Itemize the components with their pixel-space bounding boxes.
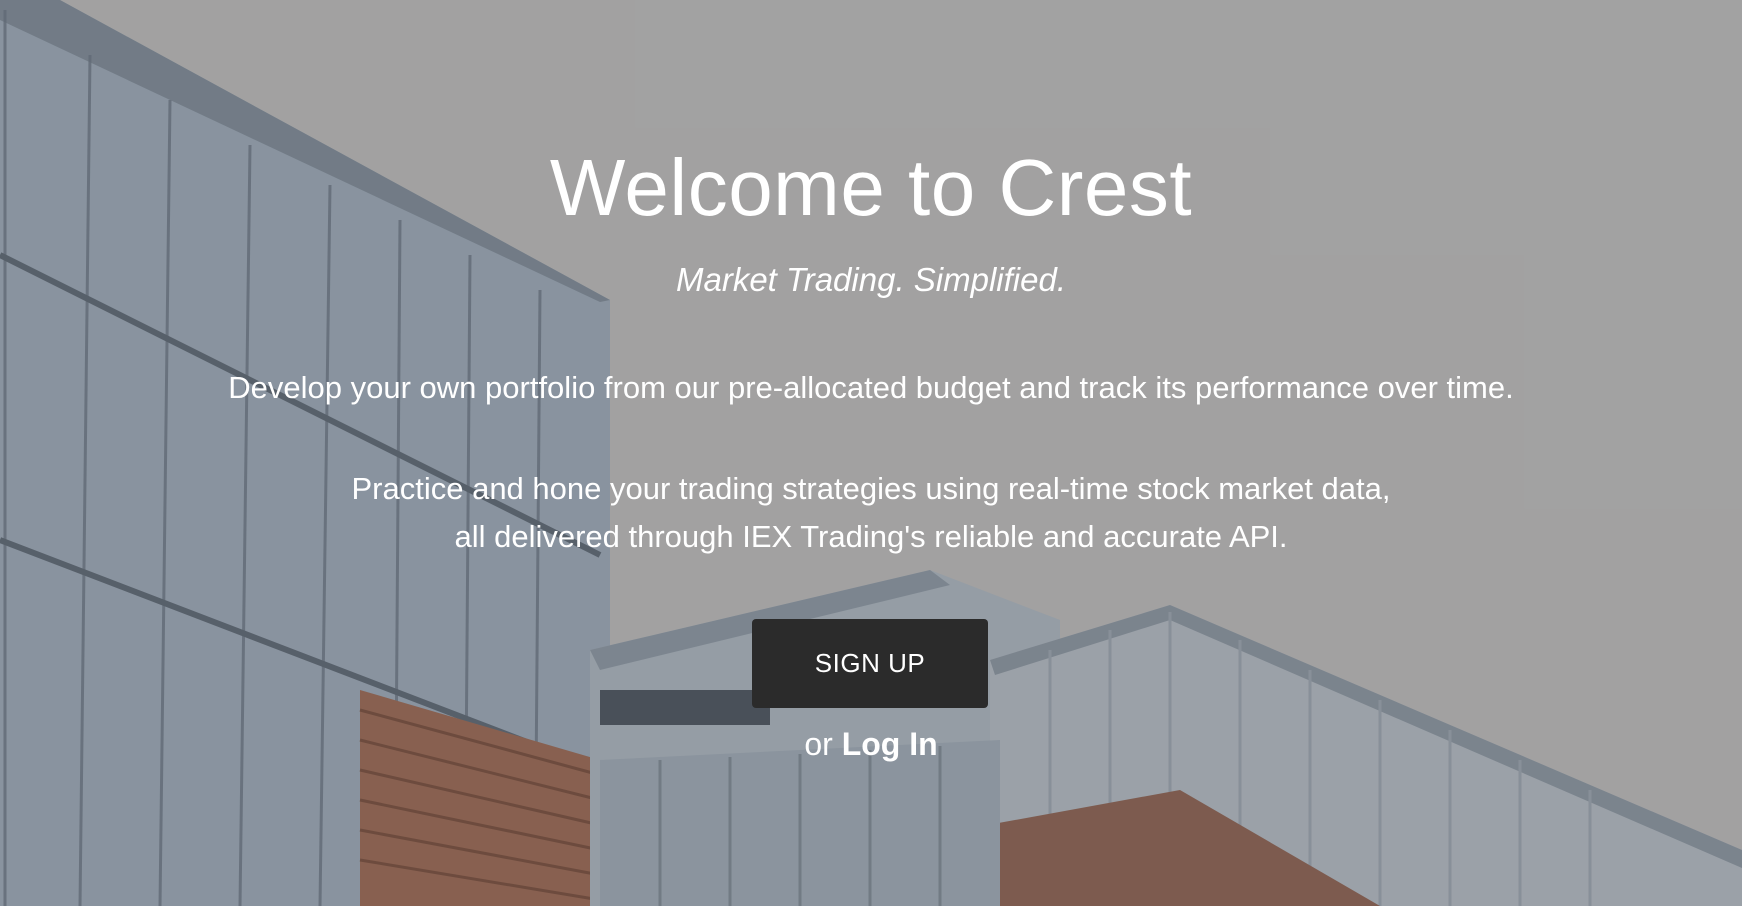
log-in-link[interactable]: Log In	[842, 726, 938, 762]
description-strategies-line-1: Practice and hone your trading strategie…	[351, 471, 1391, 506]
hero-section: Welcome to Crest Market Trading. Simplif…	[0, 0, 1742, 906]
description-portfolio: Develop your own portfolio from our pre-…	[228, 370, 1514, 405]
description-strategies: Practice and hone your trading strategie…	[0, 465, 1742, 561]
page-title: Welcome to Crest	[549, 143, 1193, 232]
login-prefix: or	[804, 726, 833, 762]
sign-up-button[interactable]: SIGN UP	[752, 619, 988, 708]
description-strategies-line-2: all delivered through IEX Trading's reli…	[454, 519, 1288, 554]
hero-content: Welcome to Crest Market Trading. Simplif…	[0, 0, 1742, 906]
login-prompt: or Log In	[0, 722, 1742, 766]
tagline: Market Trading. Simplified.	[675, 261, 1067, 298]
